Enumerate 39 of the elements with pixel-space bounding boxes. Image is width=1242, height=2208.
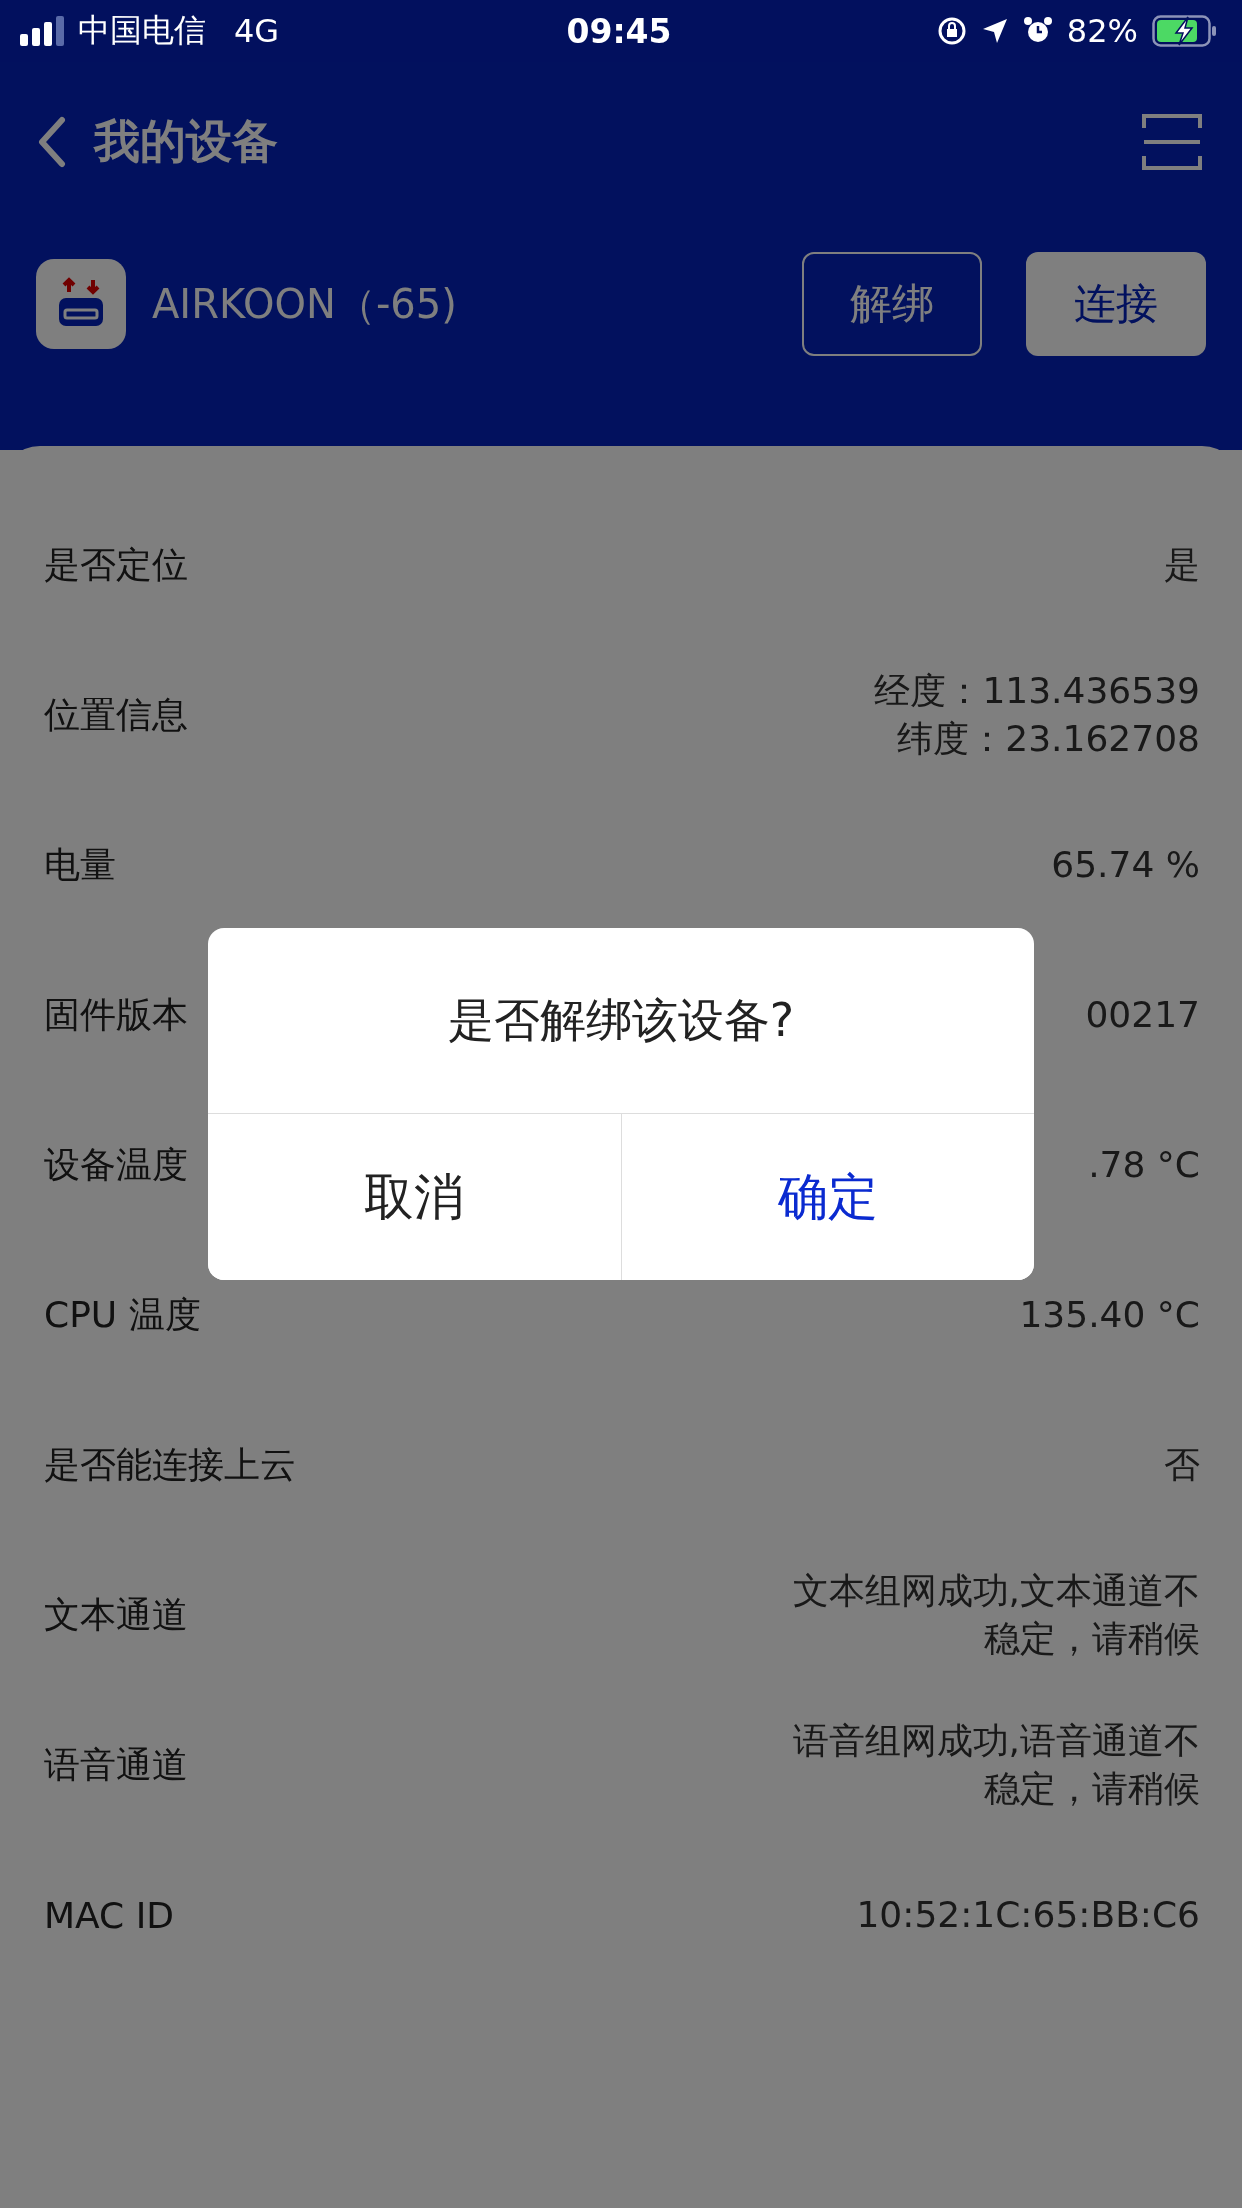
back-button[interactable]: 我的设备 xyxy=(36,111,278,173)
row-label: 是否能连接上云 xyxy=(44,1442,296,1487)
battery-charging-icon xyxy=(1152,15,1218,47)
row-label: MAC ID xyxy=(44,1894,174,1936)
row-label: 设备温度 xyxy=(44,1142,188,1187)
confirm-button[interactable]: 确定 xyxy=(620,1114,1034,1280)
row-label: 语音通道 xyxy=(44,1742,188,1787)
network-type: 4G xyxy=(234,12,280,50)
device-name: AIRKOON（-65) xyxy=(152,279,458,329)
row-value: .78 °C xyxy=(1088,1143,1200,1187)
signal-icon xyxy=(20,16,66,46)
row-value: 文本组网成功,文本通道不 xyxy=(792,1569,1200,1613)
battery-percent: 82% xyxy=(1066,12,1138,50)
row-label: CPU 温度 xyxy=(44,1292,201,1337)
row-value: 00217 xyxy=(1085,993,1200,1037)
page-title: 我的设备 xyxy=(94,113,278,170)
row-value: 65.74 % xyxy=(1051,843,1200,887)
row-value: 经度：113.436539 xyxy=(874,669,1200,713)
row-value: 135.40 °C xyxy=(1019,1293,1200,1337)
row-label: 是否定位 xyxy=(44,542,188,587)
row-value: 10:52:1C:65:BB:C6 xyxy=(856,1893,1200,1937)
device-icon xyxy=(36,259,126,349)
carrier-name: 中国电信 xyxy=(78,10,206,51)
row-value: 否 xyxy=(1164,1443,1200,1487)
row-value: 语音组网成功,语音通道不 xyxy=(792,1719,1200,1763)
row-label: 位置信息 xyxy=(44,692,188,737)
back-chevron-icon xyxy=(36,116,66,168)
row-value: 是 xyxy=(1164,543,1200,587)
row-value: 稳定，请稍候 xyxy=(984,1617,1200,1661)
unbind-button[interactable]: 解绑 xyxy=(802,252,982,356)
row-label: 文本通道 xyxy=(44,1592,188,1637)
clock-time: 09:45 xyxy=(566,11,672,51)
rotation-lock-icon xyxy=(936,16,967,46)
row-value: 纬度：23.162708 xyxy=(897,717,1200,761)
row-label: 电量 xyxy=(44,842,116,887)
scan-icon[interactable] xyxy=(1142,114,1202,170)
row-value: 稳定，请稍候 xyxy=(984,1767,1200,1811)
row-label: 固件版本 xyxy=(44,992,188,1037)
connect-button[interactable]: 连接 xyxy=(1026,252,1206,356)
